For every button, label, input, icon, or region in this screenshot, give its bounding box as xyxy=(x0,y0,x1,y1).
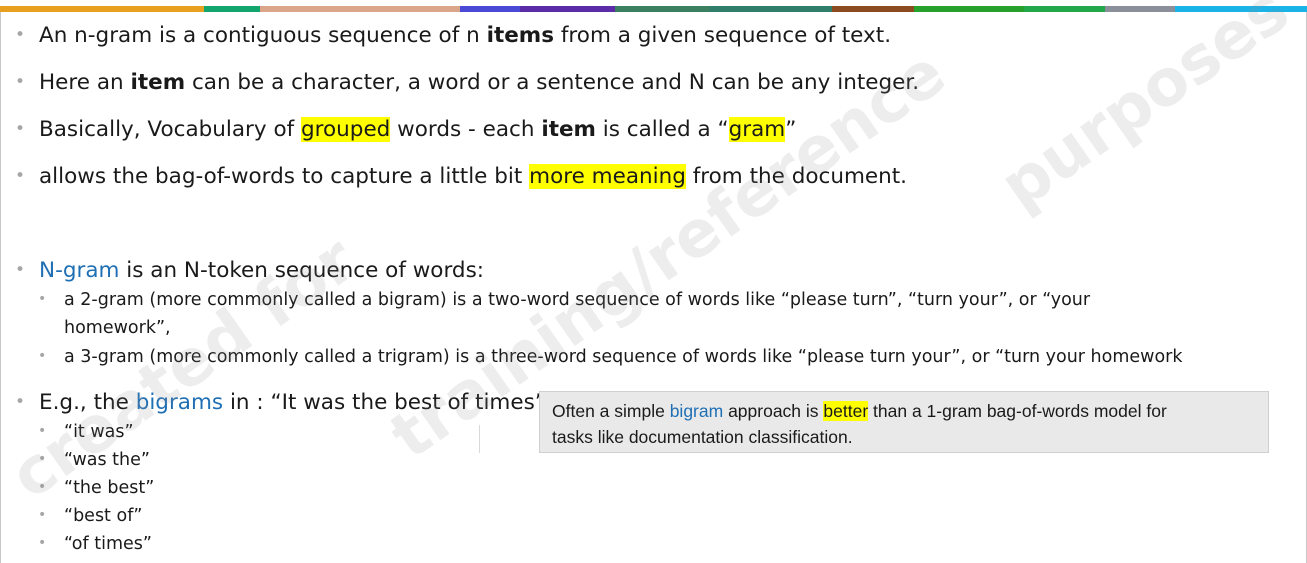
bullet-ngram-definition: An n-gram is a contiguous sequence of n … xyxy=(39,23,891,48)
bigram-example-item: “best of” xyxy=(64,506,143,526)
text-run: ” xyxy=(785,117,797,142)
sub-bullet-marker: • xyxy=(38,451,47,467)
bullet-marker: • xyxy=(15,72,26,92)
bullet-bigram-example: E.g., the bigrams in : “It was the best … xyxy=(39,390,546,415)
text-run: E.g., the xyxy=(39,390,136,415)
bigram-example-item: “of times” xyxy=(64,534,152,554)
callout-note: Often a simple bigram approach is better… xyxy=(539,391,1269,453)
accent-segment xyxy=(260,6,460,12)
callout-line-1: Often a simple bigram approach is better… xyxy=(552,398,1256,424)
callout-line-2: tasks like documentation classification. xyxy=(552,427,853,447)
accent-segment xyxy=(0,6,204,12)
bullet-more-meaning: allows the bag-of-words to capture a lit… xyxy=(39,164,907,189)
accent-segment xyxy=(520,6,615,12)
text-run: can be a character, a word or a sentence… xyxy=(185,70,920,95)
blue-term: bigram xyxy=(669,401,724,421)
highlighted-term: better xyxy=(823,401,869,421)
sub-bullet-bigram-cont: homework”, xyxy=(64,318,171,338)
bullet-marker: • xyxy=(15,392,26,412)
text-run: Basically, Vocabulary of xyxy=(39,117,301,142)
accent-segment xyxy=(615,6,710,12)
bullet-marker: • xyxy=(15,119,26,139)
accent-segment xyxy=(1024,6,1105,12)
text-run: An n-gram is a contiguous sequence of n xyxy=(39,23,487,48)
text-run: Here an xyxy=(39,70,131,95)
blue-term: N-gram xyxy=(39,258,120,283)
sub-bullet-marker: • xyxy=(38,423,47,439)
accent-segment xyxy=(1105,6,1175,12)
sub-bullet-marker: • xyxy=(38,507,47,523)
text-run: Often a simple xyxy=(552,401,670,421)
bullet-ngram-token-sequence: N-gram is an N-token sequence of words: xyxy=(39,258,484,283)
sub-bullet-marker: • xyxy=(38,535,47,551)
bigram-example-item: “the best” xyxy=(64,478,155,498)
sub-bullet-trigram: a 3-gram (more commonly called a trigram… xyxy=(64,347,1183,367)
accent-segment xyxy=(914,6,1024,12)
bigram-example-item: “it was” xyxy=(64,422,134,442)
text-run: allows the bag-of-words to capture a lit… xyxy=(39,164,530,189)
text-run: words - each xyxy=(390,117,542,142)
accent-segment xyxy=(460,6,520,12)
divider-line xyxy=(479,425,480,453)
sub-bullet-marker: • xyxy=(38,291,47,307)
bullet-marker: • xyxy=(15,166,26,186)
blue-term: bigrams xyxy=(135,390,224,415)
accent-segment xyxy=(832,6,914,12)
bold-term: item xyxy=(130,70,186,95)
highlighted-term: gram xyxy=(728,117,786,142)
text-run: is an N-token sequence of words: xyxy=(119,258,485,283)
accent-segment xyxy=(710,6,832,12)
accent-segment xyxy=(1175,6,1307,12)
accent-segment xyxy=(204,6,260,12)
highlighted-term: grouped xyxy=(301,117,391,142)
text-run: approach is xyxy=(723,401,824,421)
bold-term: items xyxy=(486,23,555,48)
text-run: in : “It was the best of times” xyxy=(223,390,546,415)
bullet-vocabulary: Basically, Vocabulary of grouped words -… xyxy=(39,117,796,142)
slide-border-left xyxy=(0,12,1,563)
accent-bar xyxy=(0,6,1307,12)
sub-bullet-marker: • xyxy=(38,348,47,364)
text-run: from the document. xyxy=(685,164,908,189)
bold-term: item xyxy=(541,117,596,142)
bullet-marker: • xyxy=(15,260,26,280)
watermark-purposes: purposes xyxy=(987,0,1303,225)
sub-bullet-marker: • xyxy=(38,479,47,495)
text-run: than a 1-gram bag-of-words model for xyxy=(868,401,1167,421)
highlighted-term: more meaning xyxy=(529,164,686,189)
bigram-example-item: “was the” xyxy=(64,450,150,470)
sub-bullet-bigram: a 2-gram (more commonly called a bigram)… xyxy=(64,290,1091,310)
bullet-item-definition: Here an item can be a character, a word … xyxy=(39,70,919,95)
text-run: is called a “ xyxy=(595,117,729,142)
text-run: from a given sequence of text. xyxy=(554,23,892,48)
bullet-marker: • xyxy=(15,25,26,45)
